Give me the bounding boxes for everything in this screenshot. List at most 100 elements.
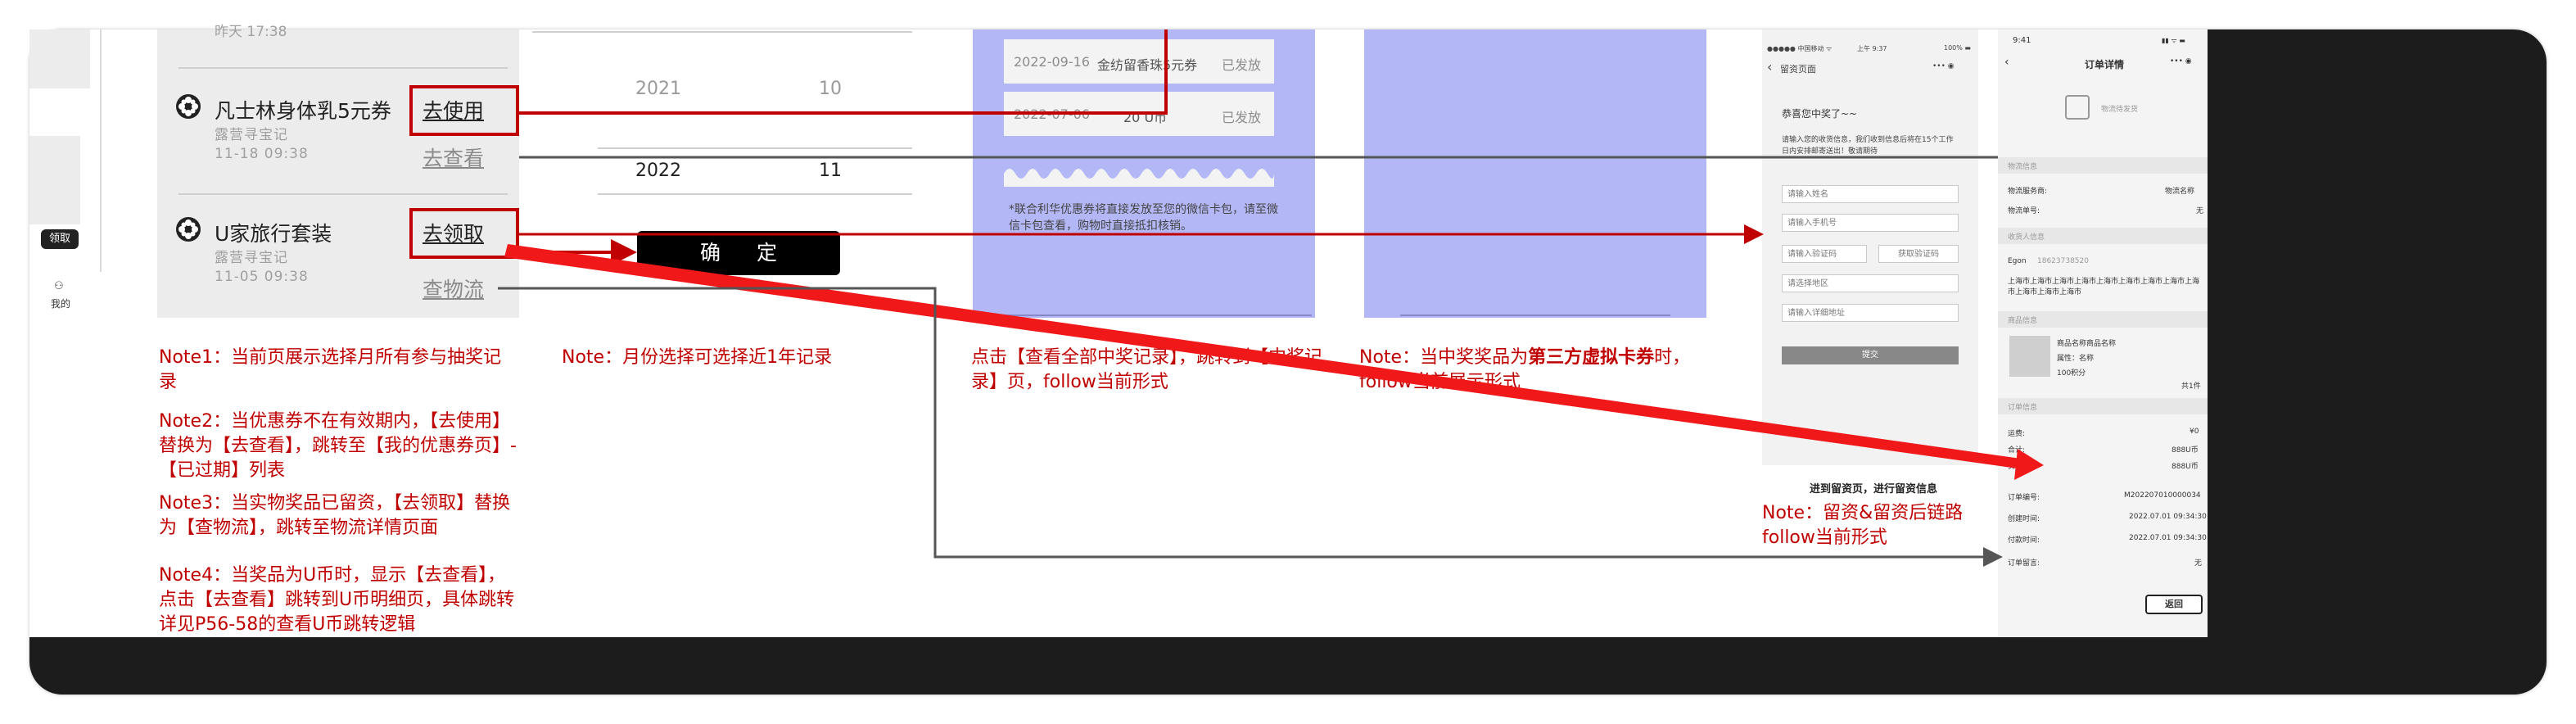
claim-pill[interactable]: 领取	[41, 229, 79, 249]
section-receiver: 收货人信息	[2008, 233, 2045, 242]
return-button[interactable]: 返回	[2145, 595, 2203, 614]
record-date: 2022-07-06	[1014, 106, 1090, 122]
virtual-note: Note：当中奖奖品为第三方虚拟卡券时，follow当前展示形式	[1359, 347, 1691, 392]
left-card-mid	[29, 136, 80, 224]
view-link[interactable]: 去查看	[423, 143, 484, 172]
status-icons: ▮▮ ᯤ ▬	[2162, 37, 2185, 44]
order-label: 付款时间:	[2008, 536, 2040, 545]
fee-value: 888U币	[2172, 463, 2199, 471]
top-cut-time: 昨天 17:38	[215, 24, 287, 40]
fee-label: 实付:	[2008, 463, 2026, 471]
receiver-name: Egon	[2008, 257, 2027, 265]
records-bottom-line	[1001, 314, 1312, 316]
order-value: M202207010000034	[2124, 491, 2201, 500]
form-desc: 请输入您的收货信息，我们收到信息后将在15个工作日内安排邮寄送出！敬请期待	[1782, 136, 1954, 156]
image-placeholder-icon	[2065, 95, 2090, 120]
fee-label: 合计:	[2008, 446, 2026, 455]
virtual-bottom-line	[1400, 314, 1670, 316]
name-input[interactable]: 请输入姓名	[1782, 185, 1959, 203]
prize-source: 露营寻宝记	[215, 250, 288, 266]
bottom-bar	[29, 637, 2547, 695]
menu-icon[interactable]: ••• ◉	[1932, 62, 1955, 70]
goods-points: 100积分	[2057, 369, 2086, 378]
ticket-edge	[1004, 162, 1274, 187]
prize-title: 凡士林身体乳5元券	[215, 99, 391, 123]
prize-time: 11-05 09:38	[215, 269, 309, 285]
row-label: 物流单号:	[2008, 207, 2040, 215]
form-heading: 恭喜您中奖了~~	[1782, 108, 1858, 120]
order-label: 订单留言:	[2008, 559, 2040, 568]
divider	[179, 67, 508, 69]
order-title: 订单详情	[2085, 59, 2125, 70]
status-bar: ●●●●● 中国移动 ᯤ	[1767, 45, 1833, 52]
row-label: 物流服务商:	[2008, 188, 2048, 196]
address-input[interactable]: 请输入详细地址	[1782, 304, 1959, 322]
section-goods: 商品信息	[2008, 317, 2038, 325]
highlight-box	[409, 85, 519, 136]
prize-time: 11-18 09:38	[215, 146, 309, 162]
order-value: 2022.07.01 09:34:30	[2129, 513, 2207, 521]
fee-value: 888U币	[2172, 446, 2199, 455]
picker-note: Note：月份选择可选择近1年记录	[562, 347, 833, 368]
person-icon[interactable]: ⚇	[54, 280, 64, 292]
record-date: 2022-09-16	[1014, 54, 1090, 70]
note-2: Note2：当优惠券不在有效期内，【去使用】替换为【去查看】，跳转至【我的优惠券…	[159, 411, 517, 481]
form-caption: 进到留资页，进行留资信息	[1810, 483, 1938, 495]
prize-source: 露营寻宝记	[215, 127, 288, 143]
submit-button[interactable]: 提交	[1782, 346, 1959, 364]
row-value: 物流名称	[2165, 188, 2195, 196]
highlight-box	[409, 208, 519, 259]
order-value: 2022.07.01 09:34:30	[2129, 534, 2207, 542]
record-name: 金纺留香珠5元券	[1097, 57, 1198, 73]
section-order: 订单信息	[2008, 404, 2038, 412]
goods-name: 商品名称商品名称	[2057, 340, 2117, 348]
goods-qty: 共1件	[2181, 382, 2201, 391]
nav-label-mine[interactable]: 我的	[51, 296, 70, 310]
back-icon[interactable]: ‹	[1767, 59, 1772, 75]
receiver-address: 上海市上海市上海市上海市上海市上海市上海市上海市上海市上海市上海市上海市	[2008, 278, 2200, 296]
flower-icon	[176, 94, 201, 119]
receiver-phone: 18623738520	[2037, 257, 2089, 265]
note-4: Note4：当奖品为U币时，显示【去查看】，点击【去查看】跳转到U币明细页，具体…	[159, 565, 515, 635]
left-divider	[100, 29, 102, 272]
get-code-button[interactable]: 获取验证码	[1878, 245, 1959, 263]
logistics-empty: 物流待发货	[2101, 106, 2139, 114]
left-card-top	[29, 29, 90, 88]
form-note: Note：留资&留资后链路follow当前形式	[1762, 503, 1964, 548]
virtual-card-panel	[1364, 29, 1706, 318]
status-time: 上午 9:37	[1857, 45, 1887, 52]
note-3: Note3：当实物奖品已留资，【去领取】替换为【查物流】，跳转至物流详情页面	[159, 493, 511, 538]
fee-label: 运费:	[2008, 430, 2026, 438]
section-logistics: 物流信息	[2008, 163, 2038, 171]
prize-title: U家旅行套装	[215, 222, 332, 246]
order-label: 订单编号:	[2008, 494, 2040, 502]
logistics-link[interactable]: 查物流	[423, 274, 484, 303]
flower-icon	[176, 217, 201, 242]
record-status: 已发放	[1222, 110, 1262, 125]
picker-month[interactable]: 10	[819, 79, 842, 99]
goods-attr: 属性：名称	[2057, 355, 2095, 363]
note-1: Note1：当前页展示选择月所有参与抽奖记录	[159, 347, 502, 392]
status-battery: 100% ▬	[1944, 44, 1971, 52]
record-name: 20 U币	[1123, 110, 1168, 125]
back-icon[interactable]: ‹	[2004, 56, 2009, 69]
region-select[interactable]: 请选择地区	[1782, 274, 1959, 292]
status-time: 9:41	[2013, 36, 2031, 45]
picker-line	[532, 31, 912, 33]
row-value: 无	[2196, 207, 2204, 215]
picker-line	[598, 193, 912, 195]
goods-thumbnail	[2009, 336, 2050, 377]
form-title: 留资页面	[1780, 64, 1816, 75]
picker-year[interactable]: 2021	[635, 79, 681, 99]
record-status: 已发放	[1222, 57, 1262, 73]
confirm-button[interactable]: 确 定	[637, 231, 840, 275]
order-label: 创建时间:	[2008, 515, 2040, 523]
picker-month-selected[interactable]: 11	[819, 161, 842, 181]
divider	[179, 193, 508, 195]
records-footnote: *联合利华优惠券将直接发放至您的微信卡包，请至微信卡包查看，购物时直接抵扣核销。	[1009, 203, 1278, 233]
menu-icon[interactable]: ••• ◉	[2170, 57, 2192, 66]
picker-year-selected[interactable]: 2022	[635, 161, 681, 181]
picker-line	[598, 147, 912, 149]
code-input[interactable]: 请输入验证码	[1782, 245, 1867, 263]
phone-input[interactable]: 请输入手机号	[1782, 214, 1959, 232]
